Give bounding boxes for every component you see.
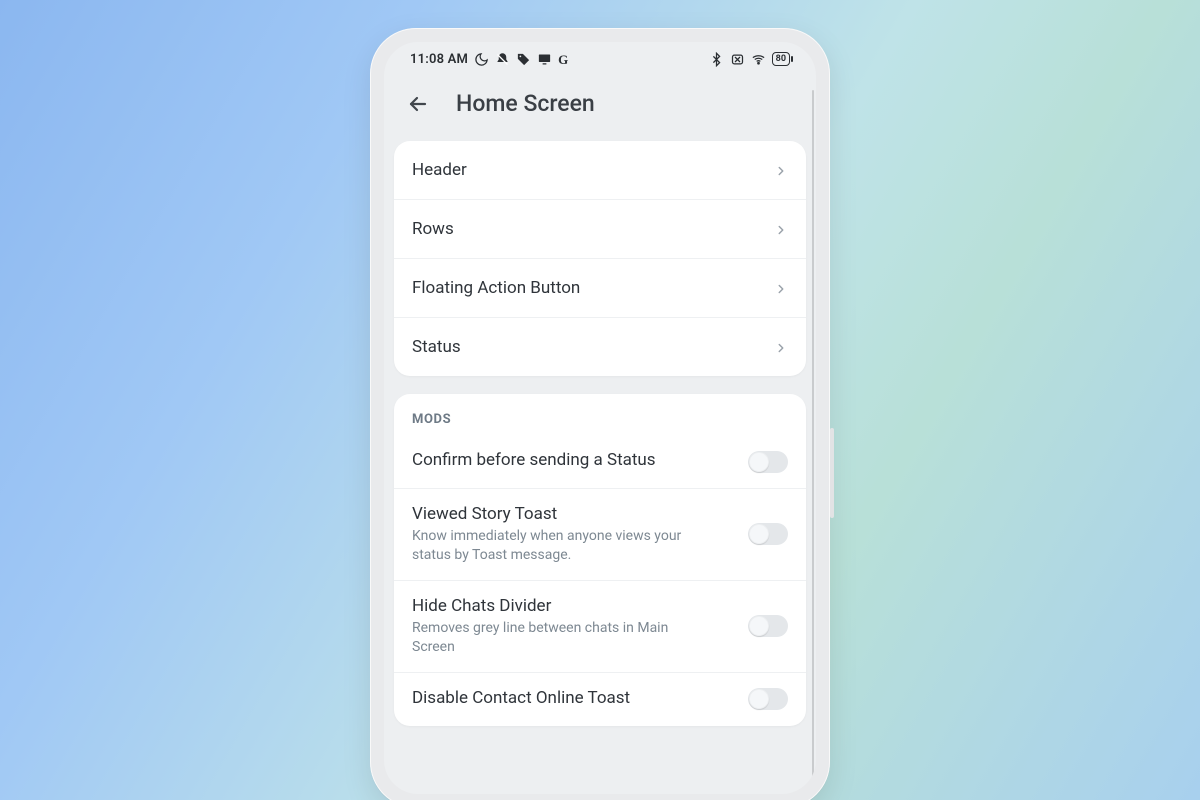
mod-title: Viewed Story Toast	[412, 504, 702, 524]
toggle-viewed-story-toast[interactable]	[748, 523, 788, 545]
mod-text: Hide Chats Divider Removes grey line bet…	[412, 596, 702, 657]
mods-section-title: MODS	[394, 394, 806, 435]
toggle-disable-contact-online-toast[interactable]	[748, 688, 788, 710]
phone-frame: 11:08 AM G	[370, 28, 830, 800]
nav-item-header[interactable]: Header	[394, 141, 806, 199]
chevron-right-icon	[774, 281, 788, 295]
mute-icon	[495, 52, 510, 67]
nav-item-status[interactable]: Status	[394, 317, 806, 376]
status-bar-right: 80	[709, 52, 790, 67]
mod-text: Viewed Story Toast Know immediately when…	[412, 504, 702, 565]
page-title: Home Screen	[456, 90, 595, 117]
moon-icon	[474, 52, 489, 67]
nav-item-rows[interactable]: Rows	[394, 199, 806, 258]
wifi-icon	[751, 52, 766, 67]
nav-item-label: Floating Action Button	[412, 278, 580, 298]
mod-text: Confirm before sending a Status	[412, 450, 656, 473]
mod-disable-contact-online-toast[interactable]: Disable Contact Online Toast	[394, 672, 806, 726]
mod-title: Confirm before sending a Status	[412, 450, 656, 470]
toggle-confirm-status[interactable]	[748, 451, 788, 473]
phone-screen: 11:08 AM G	[384, 42, 816, 794]
battery-icon: 80	[772, 52, 790, 66]
mod-viewed-story-toast[interactable]: Viewed Story Toast Know immediately when…	[394, 488, 806, 580]
content-area: Header Rows Floating Action Button Statu…	[384, 141, 816, 726]
back-button[interactable]	[406, 92, 430, 116]
battery-percent: 80	[776, 54, 786, 64]
toggle-hide-chats-divider[interactable]	[748, 615, 788, 637]
no-sim-icon	[730, 52, 745, 67]
chevron-right-icon	[774, 222, 788, 236]
status-bar: 11:08 AM G	[384, 42, 816, 76]
tag-icon	[516, 52, 531, 67]
mod-title: Hide Chats Divider	[412, 596, 702, 616]
app-bar: Home Screen	[384, 76, 816, 141]
google-icon: G	[558, 53, 568, 66]
nav-item-fab[interactable]: Floating Action Button	[394, 258, 806, 317]
nav-item-label: Rows	[412, 219, 454, 239]
mod-desc: Know immediately when anyone views your …	[412, 527, 702, 565]
status-bar-left: 11:08 AM G	[410, 52, 568, 67]
nav-item-label: Status	[412, 337, 461, 357]
cast-icon	[537, 52, 552, 67]
nav-item-label: Header	[412, 160, 467, 180]
mod-title: Disable Contact Online Toast	[412, 688, 630, 708]
mod-desc: Removes grey line between chats in Main …	[412, 619, 702, 657]
mods-card: MODS Confirm before sending a Status Vie…	[394, 394, 806, 726]
nav-card: Header Rows Floating Action Button Statu…	[394, 141, 806, 376]
bluetooth-icon	[709, 52, 724, 67]
mod-hide-chats-divider[interactable]: Hide Chats Divider Removes grey line bet…	[394, 580, 806, 672]
mod-text: Disable Contact Online Toast	[412, 688, 630, 711]
chevron-right-icon	[774, 340, 788, 354]
scrollbar[interactable]	[812, 90, 814, 784]
chevron-right-icon	[774, 163, 788, 177]
status-time: 11:08 AM	[410, 52, 468, 67]
mod-confirm-status[interactable]: Confirm before sending a Status	[394, 435, 806, 488]
